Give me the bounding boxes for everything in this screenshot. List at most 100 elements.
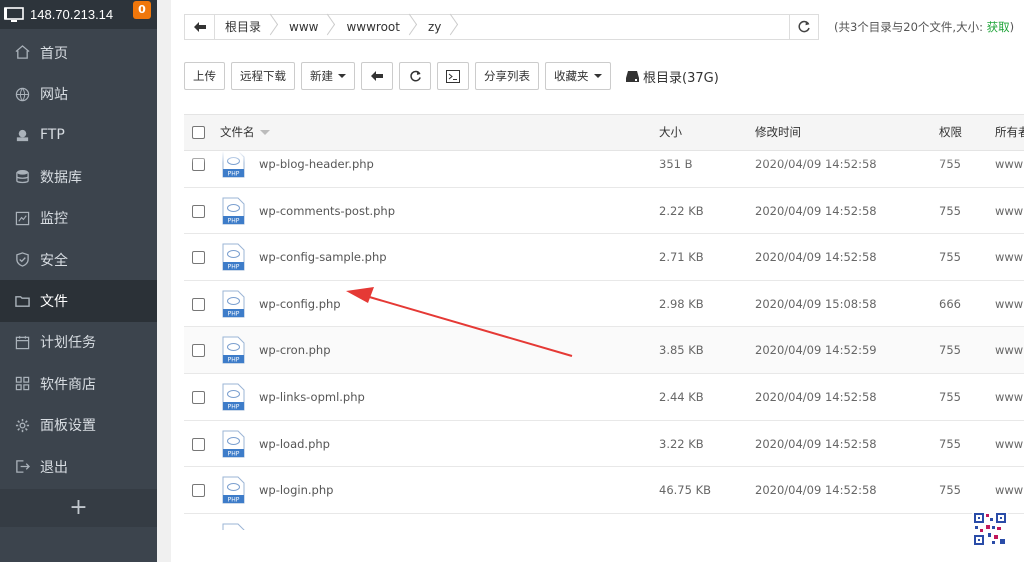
monitor-icon (4, 6, 24, 22)
file-owner[interactable]: www (995, 188, 1023, 234)
file-permission[interactable]: 755 (939, 421, 961, 467)
file-owner[interactable]: www (995, 234, 1023, 280)
breadcrumb-wwwroot[interactable]: wwwroot (336, 15, 418, 39)
php-icon-label: PHP (228, 357, 240, 364)
file-row[interactable]: PHP wp-links-opml.php 2.44 KB 2020/04/09 14… (184, 374, 1024, 421)
remote-download-button[interactable]: 远程下载 (231, 62, 295, 90)
row-checkbox[interactable] (192, 437, 205, 451)
terminal-button[interactable] (437, 62, 469, 90)
file-modified: 2020/04/09 14:52:58 (755, 436, 877, 451)
stats-text: (共3个目录与20个文件,大小: (834, 20, 987, 34)
file-size: 2.71 KB (659, 250, 704, 265)
file-row[interactable]: PHP wp-login.php 46.75 KB 2020/04/09 14:52:… (184, 467, 1024, 514)
database-icon (14, 169, 30, 185)
apps-icon (14, 376, 30, 392)
nav-item-9[interactable]: 面板设置 (0, 405, 157, 446)
row-checkbox[interactable] (192, 204, 205, 218)
file-name[interactable]: wp-links-opml.php (259, 374, 365, 420)
row-checkbox[interactable] (192, 297, 205, 311)
file-owner[interactable]: www (995, 421, 1023, 467)
file-name[interactable]: wp-mail.php (259, 514, 330, 531)
nav-label: 安全 (40, 252, 68, 269)
file-permission[interactable]: 755 (939, 327, 961, 373)
file-owner[interactable]: www (995, 281, 1023, 327)
row-checkbox[interactable] (192, 484, 205, 498)
table-header: 文件名 大小 修改时间 权限 所有者 (184, 114, 1024, 151)
nav-item-4[interactable]: 监控 (0, 198, 157, 239)
new-button[interactable]: 新建 (301, 62, 355, 90)
nav-item-6[interactable]: 文件 (0, 280, 157, 322)
file-name[interactable]: wp-comments-post.php (259, 188, 395, 234)
php-file-icon: PHP (222, 430, 245, 458)
column-name[interactable]: 文件名 (220, 115, 270, 150)
nav-label: 面板设置 (40, 418, 96, 435)
nav-label: FTP (40, 127, 65, 144)
upload-button[interactable]: 上传 (184, 62, 225, 90)
select-all-checkbox[interactable] (192, 126, 205, 139)
column-modified[interactable]: 修改时间 (755, 115, 801, 150)
row-checkbox[interactable] (192, 344, 205, 358)
file-row[interactable]: PHP wp-comments-post.php 2.22 KB 2020/04/09… (184, 188, 1024, 235)
nav-list: 首页 网站 FTP 数据库监控安全文件 计划任务 软件商店面板设置退出 (0, 32, 157, 487)
column-name-label: 文件名 (220, 125, 255, 139)
column-owner[interactable]: 所有者 (995, 115, 1024, 150)
home-icon (14, 45, 30, 61)
column-permission[interactable]: 权限 (939, 115, 962, 150)
nav-item-3[interactable]: 数据库 (0, 156, 157, 197)
nav-item-7[interactable]: 计划任务 (0, 322, 157, 363)
file-name[interactable]: wp-cron.php (259, 327, 331, 373)
file-owner[interactable]: www (995, 327, 1023, 373)
file-size: 3.22 KB (659, 436, 704, 451)
nav-item-0[interactable]: 首页 (0, 32, 157, 73)
disk-selector[interactable]: 根目录(37G) (626, 67, 719, 86)
file-row[interactable]: PHP wp-load.php 3.22 KB 2020/04/09 14:52:58… (184, 421, 1024, 468)
file-permission[interactable]: 755 (939, 374, 961, 420)
file-name[interactable]: wp-config.php (259, 281, 341, 327)
file-permission[interactable]: 666 (939, 281, 961, 327)
file-name[interactable]: wp-login.php (259, 467, 333, 513)
file-name[interactable]: wp-config-sample.php (259, 234, 387, 280)
breadcrumb-root[interactable]: 根目录 (215, 15, 279, 39)
file-permission[interactable]: 755 (939, 234, 961, 280)
gear-icon (14, 417, 30, 433)
file-row[interactable]: PHP wp-config.php 2.98 KB 2020/04/09 15:08:… (184, 281, 1024, 328)
chevron-down-icon (338, 74, 346, 78)
file-row[interactable]: PHP wp-config-sample.php 2.71 KB 2020/04/09… (184, 234, 1024, 281)
add-button[interactable]: + (0, 489, 157, 528)
file-permission[interactable]: 755 (939, 514, 961, 531)
file-owner[interactable]: www (995, 467, 1023, 513)
breadcrumb-zy[interactable]: zy (418, 15, 459, 39)
terminal-icon (446, 69, 460, 83)
column-size[interactable]: 大小 (659, 115, 682, 150)
path-bar[interactable]: 根目录 www wwwroot zy (184, 14, 814, 40)
back-button[interactable] (185, 15, 215, 39)
php-icon-label: PHP (228, 310, 240, 317)
get-size-link[interactable]: 获取 (987, 20, 1010, 34)
path-refresh-button[interactable] (789, 14, 819, 40)
nav-item-1[interactable]: 网站 (0, 73, 157, 114)
file-owner[interactable]: www (995, 374, 1023, 420)
favorites-button[interactable]: 收藏夹 (545, 62, 611, 90)
directory-stats: (共3个目录与20个文件,大小: 获取) (834, 19, 1014, 35)
message-badge[interactable]: 0 (133, 1, 151, 19)
row-checkbox[interactable] (192, 390, 205, 404)
breadcrumb-www[interactable]: www (279, 15, 336, 39)
nav-item-5[interactable]: 安全 (0, 239, 157, 280)
file-name[interactable]: wp-load.php (259, 421, 330, 467)
arrow-left-icon (371, 71, 383, 81)
row-checkbox[interactable] (192, 251, 205, 265)
disk-label: 根目录(37G) (643, 71, 719, 86)
file-row[interactable]: PHP wp-cron.php 3.85 KB 2020/04/09 14:52:59… (184, 327, 1024, 374)
refresh-button[interactable] (399, 62, 431, 90)
nav-item-10[interactable]: 退出 (0, 446, 157, 487)
file-permission[interactable]: 755 (939, 467, 961, 513)
nav-label: 监控 (40, 211, 68, 228)
file-permission[interactable]: 755 (939, 188, 961, 234)
ftp-icon (14, 127, 30, 143)
chevron-down-icon (593, 74, 602, 78)
nav-item-8[interactable]: 软件商店 (0, 363, 157, 404)
parent-dir-button[interactable] (361, 62, 393, 90)
share-list-button[interactable]: 分享列表 (475, 62, 539, 90)
file-row[interactable]: PHP wp-mail.php 8.30 KB 2020/04/09 14:52:58… (184, 514, 1024, 530)
nav-item-2[interactable]: FTP (0, 115, 157, 156)
